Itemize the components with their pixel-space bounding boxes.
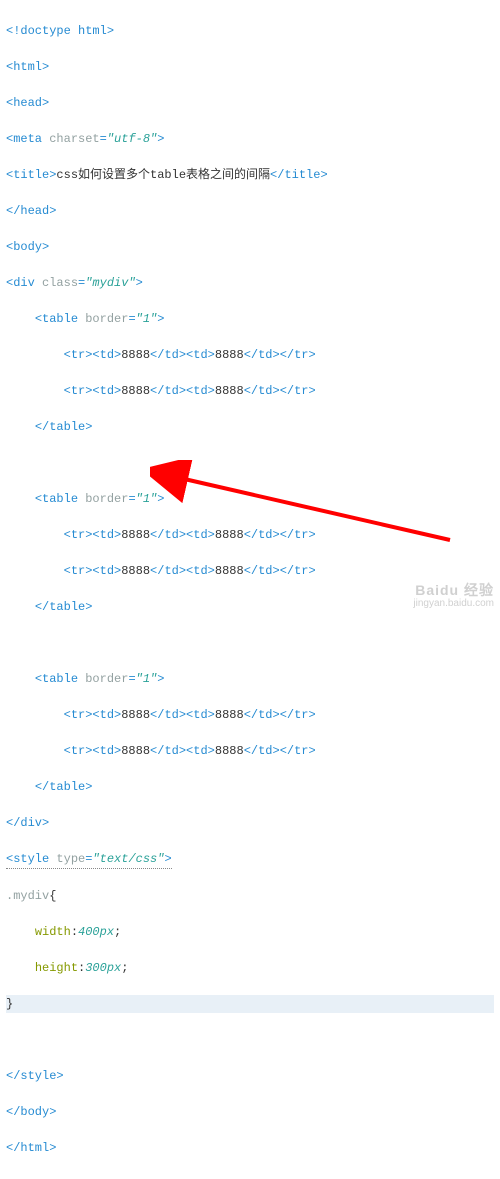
line: </table> — [6, 778, 494, 796]
watermark-url: jingyan.baidu.com — [413, 597, 494, 610]
line: <tr><td>8888</td><td>8888</td></tr> — [6, 382, 494, 400]
line: <!doctype html> — [6, 22, 494, 40]
line: <tr><td>8888</td><td>8888</td></tr> — [6, 706, 494, 724]
line: <tr><td>8888</td><td>8888</td></tr> — [6, 526, 494, 544]
watermark-brand: Baidu 经验 — [413, 584, 494, 597]
line: <tr><td>8888</td><td>8888</td></tr> — [6, 346, 494, 364]
line: <body> — [6, 238, 494, 256]
line: width:400px; — [6, 923, 494, 941]
line: <html> — [6, 58, 494, 76]
blank-line — [6, 1031, 494, 1049]
line: <table border="1"> — [6, 310, 494, 328]
blank-line — [6, 634, 494, 652]
line: </body> — [6, 1103, 494, 1121]
line-highlight: } — [6, 995, 494, 1013]
line: </div> — [6, 814, 494, 832]
line: </style> — [6, 1067, 494, 1085]
line: <head> — [6, 94, 494, 112]
line: .mydiv{ — [6, 887, 494, 905]
line: <div class="mydiv"> — [6, 274, 494, 292]
line: <meta charset="utf-8"> — [6, 130, 494, 148]
line: <table border="1"> — [6, 670, 494, 688]
watermark: Baidu 经验 jingyan.baidu.com — [413, 584, 494, 610]
blank-line — [6, 454, 494, 472]
line: <tr><td>8888</td><td>8888</td></tr> — [6, 742, 494, 760]
line: </html> — [6, 1139, 494, 1157]
line: </head> — [6, 202, 494, 220]
line: <title>css如何设置多个table表格之间的间隔</title> — [6, 166, 494, 184]
line: height:300px; — [6, 959, 494, 977]
line: <table border="1"> — [6, 490, 494, 508]
line: </table> — [6, 418, 494, 436]
line: <style type="text/css"> — [6, 850, 494, 869]
line: <tr><td>8888</td><td>8888</td></tr> — [6, 562, 494, 580]
